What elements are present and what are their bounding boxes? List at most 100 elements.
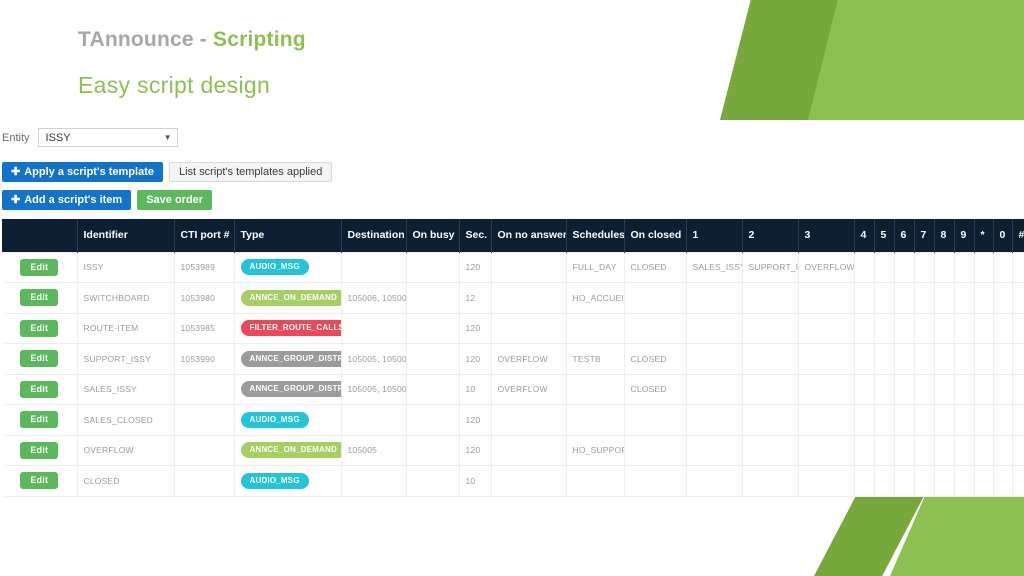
cell-sec: 12 — [459, 282, 492, 314]
list-script-templates-button[interactable]: List script's templates applied — [168, 162, 333, 182]
add-script-item-button[interactable]: ✚ Add a script's item — [2, 190, 132, 210]
edit-button[interactable]: Edit — [20, 258, 59, 276]
cell-actions: Edit — [2, 435, 78, 466]
cell-type: FILTER_ROUTE_CALLS — [234, 313, 342, 344]
cell-cti-port: 1053989 — [174, 251, 235, 283]
cell-on-busy — [406, 313, 460, 344]
table-row: Edit ISSY 1053989 AUDIO_MSG 120 FULL_DAY CLOSE… — [2, 251, 1024, 283]
cell-key-3 — [798, 282, 855, 314]
cell-schedules — [566, 404, 625, 436]
cell-identifier: ROUTE-ITEM — [77, 313, 175, 344]
cell-key-8 — [934, 282, 955, 314]
cell-key-star — [974, 313, 994, 344]
entity-select[interactable]: ISSY ▼ — [37, 128, 178, 147]
cell-actions: Edit — [2, 251, 78, 283]
cell-key-8 — [934, 251, 955, 283]
cell-key-8 — [934, 404, 955, 436]
save-order-button[interactable]: Save order — [137, 190, 213, 210]
entity-filter-row: Entity ISSY ▼ — [2, 128, 178, 147]
cell-identifier: SALES_CLOSED — [77, 404, 175, 436]
cell-key-3 — [798, 343, 855, 375]
edit-button[interactable]: Edit — [20, 380, 59, 398]
col-header-identifier: Identifier — [77, 219, 175, 252]
cell-on-busy — [406, 374, 460, 405]
cell-schedules: HO_ACCUEIL — [566, 282, 625, 314]
cell-key-8 — [934, 374, 955, 405]
cell-key-8 — [934, 465, 955, 497]
cell-on-no-answer — [491, 404, 567, 436]
cell-key-6 — [894, 282, 915, 314]
cell-schedules — [566, 374, 625, 405]
type-badge: AUDIO_MSG — [240, 259, 309, 276]
cell-cti-port — [174, 435, 235, 466]
cell-key-7 — [914, 251, 935, 283]
cell-sec: 10 — [459, 465, 492, 497]
cell-on-closed: CLOSED — [624, 374, 687, 405]
cell-schedules — [566, 313, 625, 344]
cell-key-7 — [914, 313, 935, 344]
cell-sec: 120 — [459, 251, 492, 283]
cell-key-8 — [934, 435, 955, 466]
cell-key-star — [974, 251, 994, 283]
edit-button[interactable]: Edit — [20, 411, 59, 429]
cell-on-busy — [406, 435, 460, 466]
cell-sec: 120 — [459, 313, 492, 344]
col-header-key-5: 5 — [874, 219, 895, 252]
col-header-actions — [2, 219, 78, 252]
cell-key-4 — [854, 374, 875, 405]
cell-actions: Edit — [2, 282, 78, 314]
cell-key-1 — [686, 282, 743, 314]
cell-sec: 120 — [459, 404, 492, 436]
cell-key-5 — [874, 404, 895, 436]
cell-on-no-answer — [491, 435, 567, 466]
cell-on-closed: CLOSED — [624, 251, 687, 283]
scripts-table-header: Identifier CTI port # Type Destination O… — [2, 219, 1024, 252]
page-title: TAnnounce - Scripting — [78, 28, 306, 52]
col-header-schedules: Schedules — [566, 219, 625, 252]
cell-key-9 — [954, 251, 975, 283]
cell-key-7 — [914, 343, 935, 375]
cell-key-3 — [798, 313, 855, 344]
col-header-key-4: 4 — [854, 219, 875, 252]
chevron-down-icon: ▼ — [163, 132, 172, 142]
cell-type: ANNCE_GROUP_DISTRIB — [234, 374, 342, 405]
cell-key-7 — [914, 465, 935, 497]
cell-key-9 — [954, 435, 975, 466]
cell-key-3 — [798, 435, 855, 466]
cell-key-2 — [742, 465, 799, 497]
cell-key-hash — [1012, 282, 1024, 314]
apply-script-template-label: Apply a script's template — [24, 165, 154, 178]
cell-key-hash — [1012, 251, 1024, 283]
edit-button[interactable]: Edit — [20, 319, 59, 337]
cell-key-5 — [874, 465, 895, 497]
cell-type: AUDIO_MSG — [234, 404, 342, 436]
edit-button[interactable]: Edit — [20, 350, 59, 368]
entity-select-value: ISSY — [45, 131, 71, 144]
apply-script-template-button[interactable]: ✚ Apply a script's template — [2, 162, 163, 182]
edit-button[interactable]: Edit — [20, 441, 59, 459]
cell-key-hash — [1012, 313, 1024, 344]
toolbar-row-items: ✚ Add a script's item Save order — [2, 190, 213, 210]
toolbar-row-templates: ✚ Apply a script's template List script'… — [2, 162, 333, 182]
cell-key-3 — [798, 465, 855, 497]
cell-destination: 105005 — [341, 435, 407, 466]
cell-on-no-answer — [491, 313, 567, 344]
cell-key-hash — [1012, 465, 1024, 497]
cell-key-0 — [993, 313, 1013, 344]
cell-on-busy — [406, 282, 460, 314]
cell-key-1 — [686, 343, 743, 375]
cell-key-2 — [742, 282, 799, 314]
edit-button[interactable]: Edit — [20, 472, 59, 490]
cell-key-0 — [993, 465, 1013, 497]
cell-destination — [341, 251, 407, 283]
cell-identifier: CLOSED — [77, 465, 175, 497]
cell-key-5 — [874, 313, 895, 344]
cell-key-1 — [686, 465, 743, 497]
col-header-type: Type — [234, 219, 342, 252]
edit-button[interactable]: Edit — [20, 289, 59, 307]
type-badge: ANNCE_ON_DEMAND — [240, 442, 340, 459]
col-header-key-star: * — [974, 219, 994, 252]
cell-key-5 — [874, 374, 895, 405]
cell-on-busy — [406, 404, 460, 436]
cell-key-star — [974, 465, 994, 497]
